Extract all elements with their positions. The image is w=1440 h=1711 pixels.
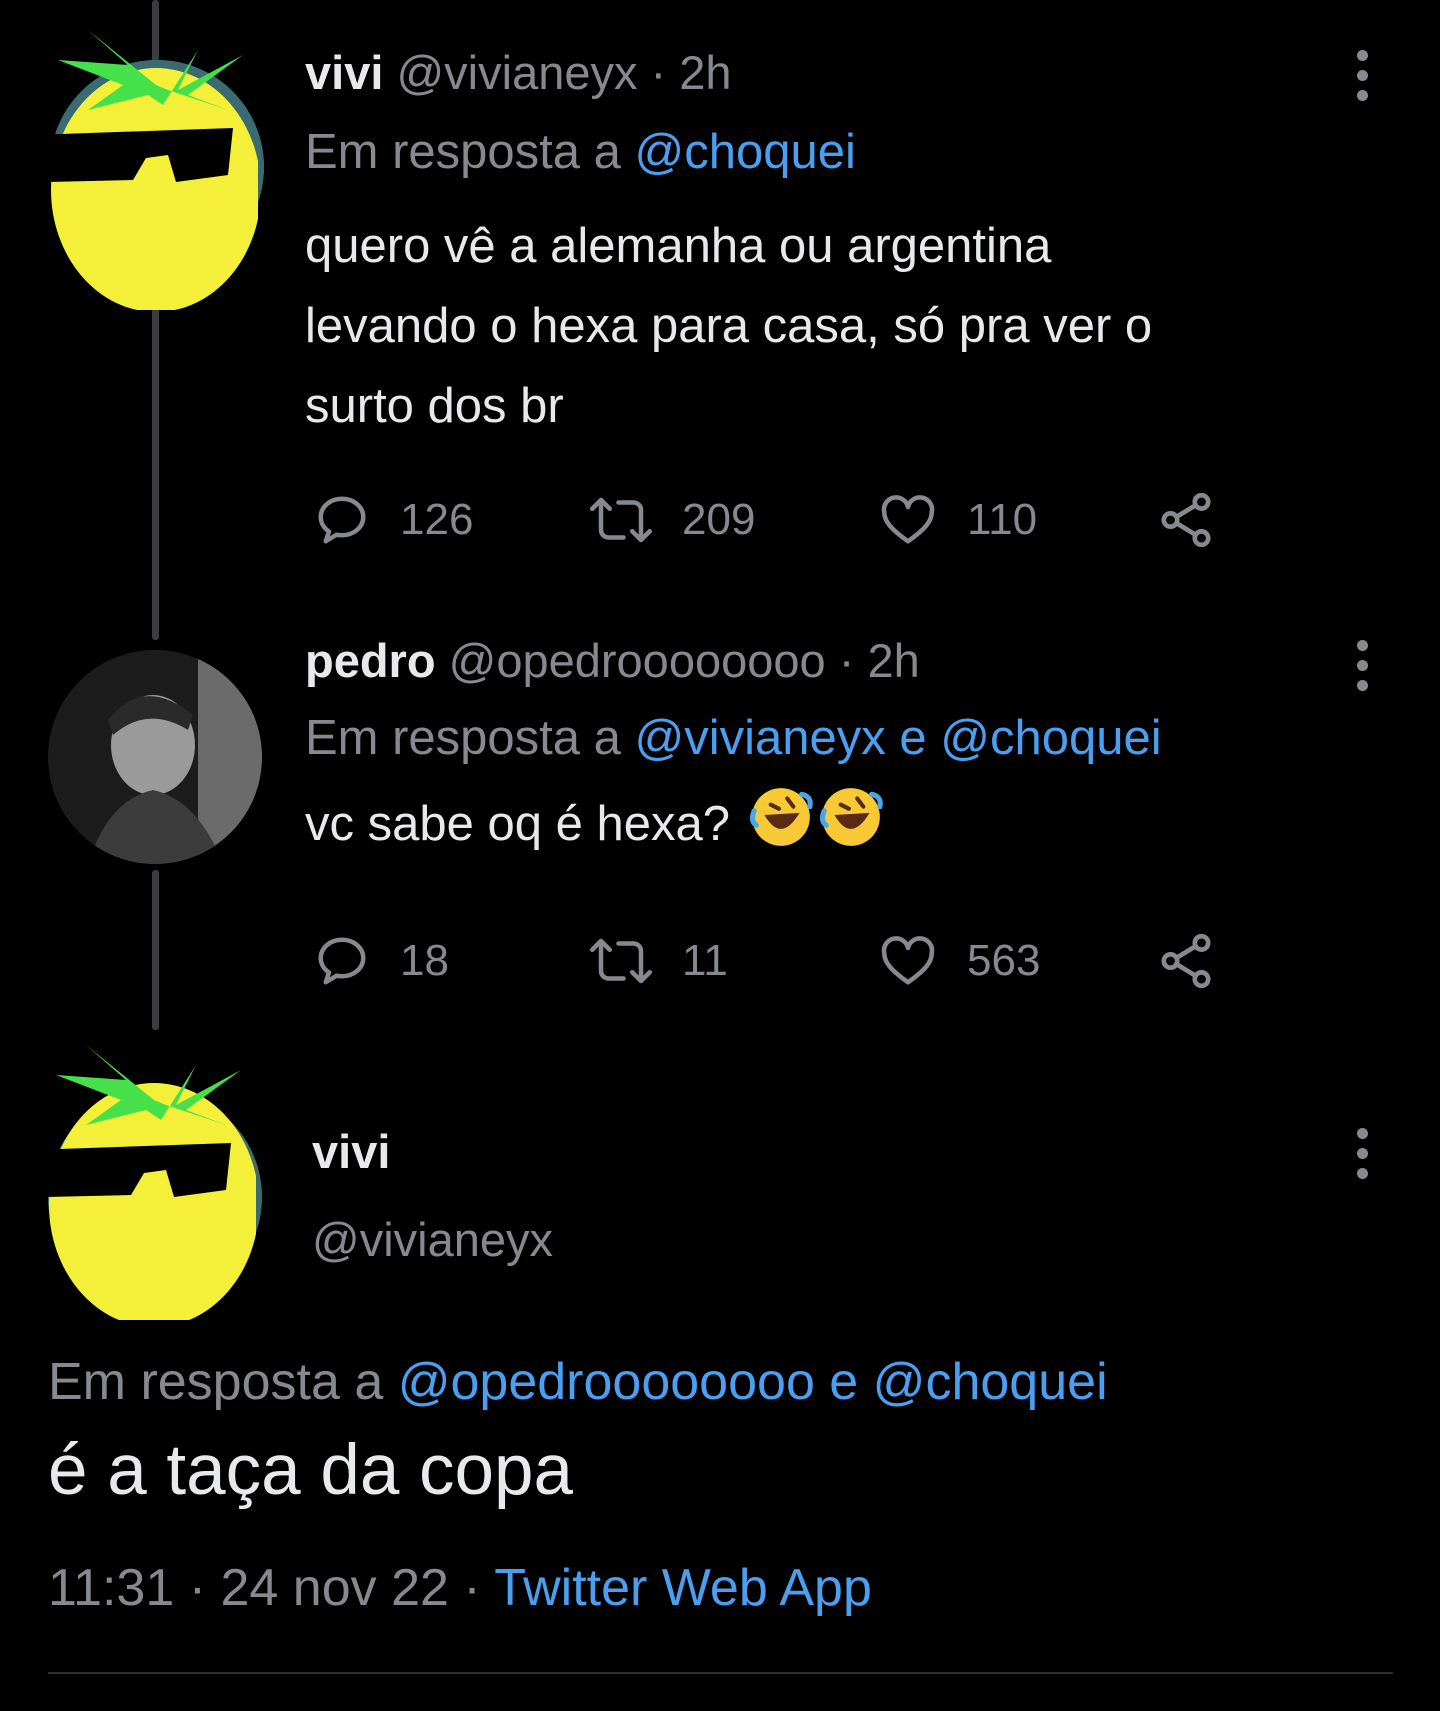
- tweet-time[interactable]: 2h: [867, 634, 919, 687]
- tweet-actions: 18 11 563: [305, 926, 1265, 996]
- like-button[interactable]: 563: [877, 926, 1040, 996]
- tweet-header: pedro @opedroooooooo · 2h: [305, 633, 920, 688]
- rolling-laughing-emoji-icon: [819, 788, 883, 846]
- tweet-vivi-1[interactable]: vivi @vivianeyx · 2h Em resposta a @choq…: [0, 0, 1440, 640]
- rolling-laughing-emoji-icon: [749, 788, 813, 846]
- share-button[interactable]: [1155, 485, 1217, 555]
- reply-button[interactable]: 18: [312, 926, 449, 996]
- tweet-text-line: surto dos br: [305, 379, 564, 433]
- tweet-text-line: quero vê a alemanha ou argentina: [305, 219, 1052, 273]
- tweet-text-line: vc sabe oq é hexa?: [305, 797, 730, 851]
- retweet-count: 209: [682, 495, 756, 544]
- reply-prefix: Em resposta a: [305, 125, 635, 179]
- user-handle[interactable]: @vivianeyx: [312, 1213, 553, 1266]
- like-count: 110: [967, 495, 1038, 544]
- reply-context: Em resposta a @choquei: [305, 124, 856, 180]
- display-name[interactable]: vivi: [305, 46, 383, 99]
- heart-icon: [881, 936, 935, 985]
- retweet-button[interactable]: 209: [588, 485, 755, 555]
- tweet-time[interactable]: 11:31: [48, 1559, 174, 1617]
- meta-separator: ·: [448, 1559, 495, 1617]
- heart-icon: [881, 495, 935, 544]
- tweet-text: vc sabe oq é hexa?: [305, 784, 1355, 864]
- tweet-actions: 126 209 110: [305, 485, 1265, 555]
- reply-handle-link[interactable]: @choquei: [635, 125, 856, 179]
- avatar[interactable]: [48, 650, 262, 864]
- more-vertical-icon[interactable]: [1347, 620, 1377, 710]
- reply-context: Em resposta a @opedroooooooo e @choquei: [48, 1352, 1108, 1412]
- retweet-count: 11: [682, 936, 728, 985]
- reply-bubble-icon: [318, 937, 366, 985]
- time-separator: ·: [637, 46, 680, 99]
- share-button[interactable]: [1155, 926, 1217, 996]
- more-vertical-icon[interactable]: [1347, 30, 1377, 120]
- display-name-block: vivi: [312, 1124, 390, 1179]
- like-button[interactable]: 110: [877, 485, 1037, 555]
- retweet-icon: [590, 938, 652, 984]
- reply-handle-link[interactable]: @opedroooooooo e @choquei: [398, 1353, 1108, 1411]
- tweet-main: vivi @vivianeyx Em resposta a @opedroooo…: [0, 1030, 1440, 1711]
- reply-context: Em resposta a @vivianeyx e @choquei: [305, 710, 1162, 766]
- tweet-pedro[interactable]: pedro @opedroooooooo · 2h Em resposta a …: [0, 634, 1440, 1030]
- share-icon: [1161, 933, 1211, 989]
- tweet-text: quero vê a alemanha ou argentina levando…: [305, 206, 1355, 446]
- tweet-time[interactable]: 2h: [679, 46, 731, 99]
- tweet-date[interactable]: 24 nov 22: [221, 1559, 449, 1617]
- tweet-source-link[interactable]: Twitter Web App: [494, 1559, 872, 1617]
- retweet-button[interactable]: 11: [588, 926, 728, 996]
- tweet-text: é a taça da copa: [48, 1431, 574, 1510]
- tweet-text-line: levando o hexa para casa, só pra ver o: [305, 299, 1153, 353]
- reply-button[interactable]: 126: [312, 485, 473, 555]
- display-name[interactable]: vivi: [312, 1125, 390, 1178]
- like-count: 563: [967, 936, 1041, 985]
- share-icon: [1161, 492, 1211, 548]
- tweet-header: vivi @vivianeyx · 2h: [305, 45, 732, 100]
- reply-prefix: Em resposta a: [48, 1353, 398, 1411]
- display-name[interactable]: pedro: [305, 634, 436, 687]
- more-vertical-icon[interactable]: [1347, 1108, 1377, 1198]
- user-handle[interactable]: @opedroooooooo: [449, 634, 826, 687]
- time-separator: ·: [825, 634, 868, 687]
- reply-bubble-icon: [318, 496, 366, 544]
- user-handle[interactable]: @vivianeyx: [396, 46, 637, 99]
- divider: [48, 1672, 1393, 1674]
- meta-separator: ·: [174, 1559, 221, 1617]
- reply-count: 126: [400, 495, 474, 544]
- handle-block: @vivianeyx: [312, 1212, 553, 1267]
- reply-count: 18: [400, 936, 449, 985]
- retweet-icon: [590, 497, 652, 543]
- tweet-meta: 11:31 · 24 nov 22 · Twitter Web App: [48, 1558, 872, 1618]
- pineapple-sunglasses-icon: [33, 30, 258, 310]
- pineapple-sunglasses-icon: [31, 1045, 256, 1320]
- reply-prefix: Em resposta a: [305, 711, 635, 765]
- reply-handle-link[interactable]: @vivianeyx e @choquei: [635, 711, 1162, 765]
